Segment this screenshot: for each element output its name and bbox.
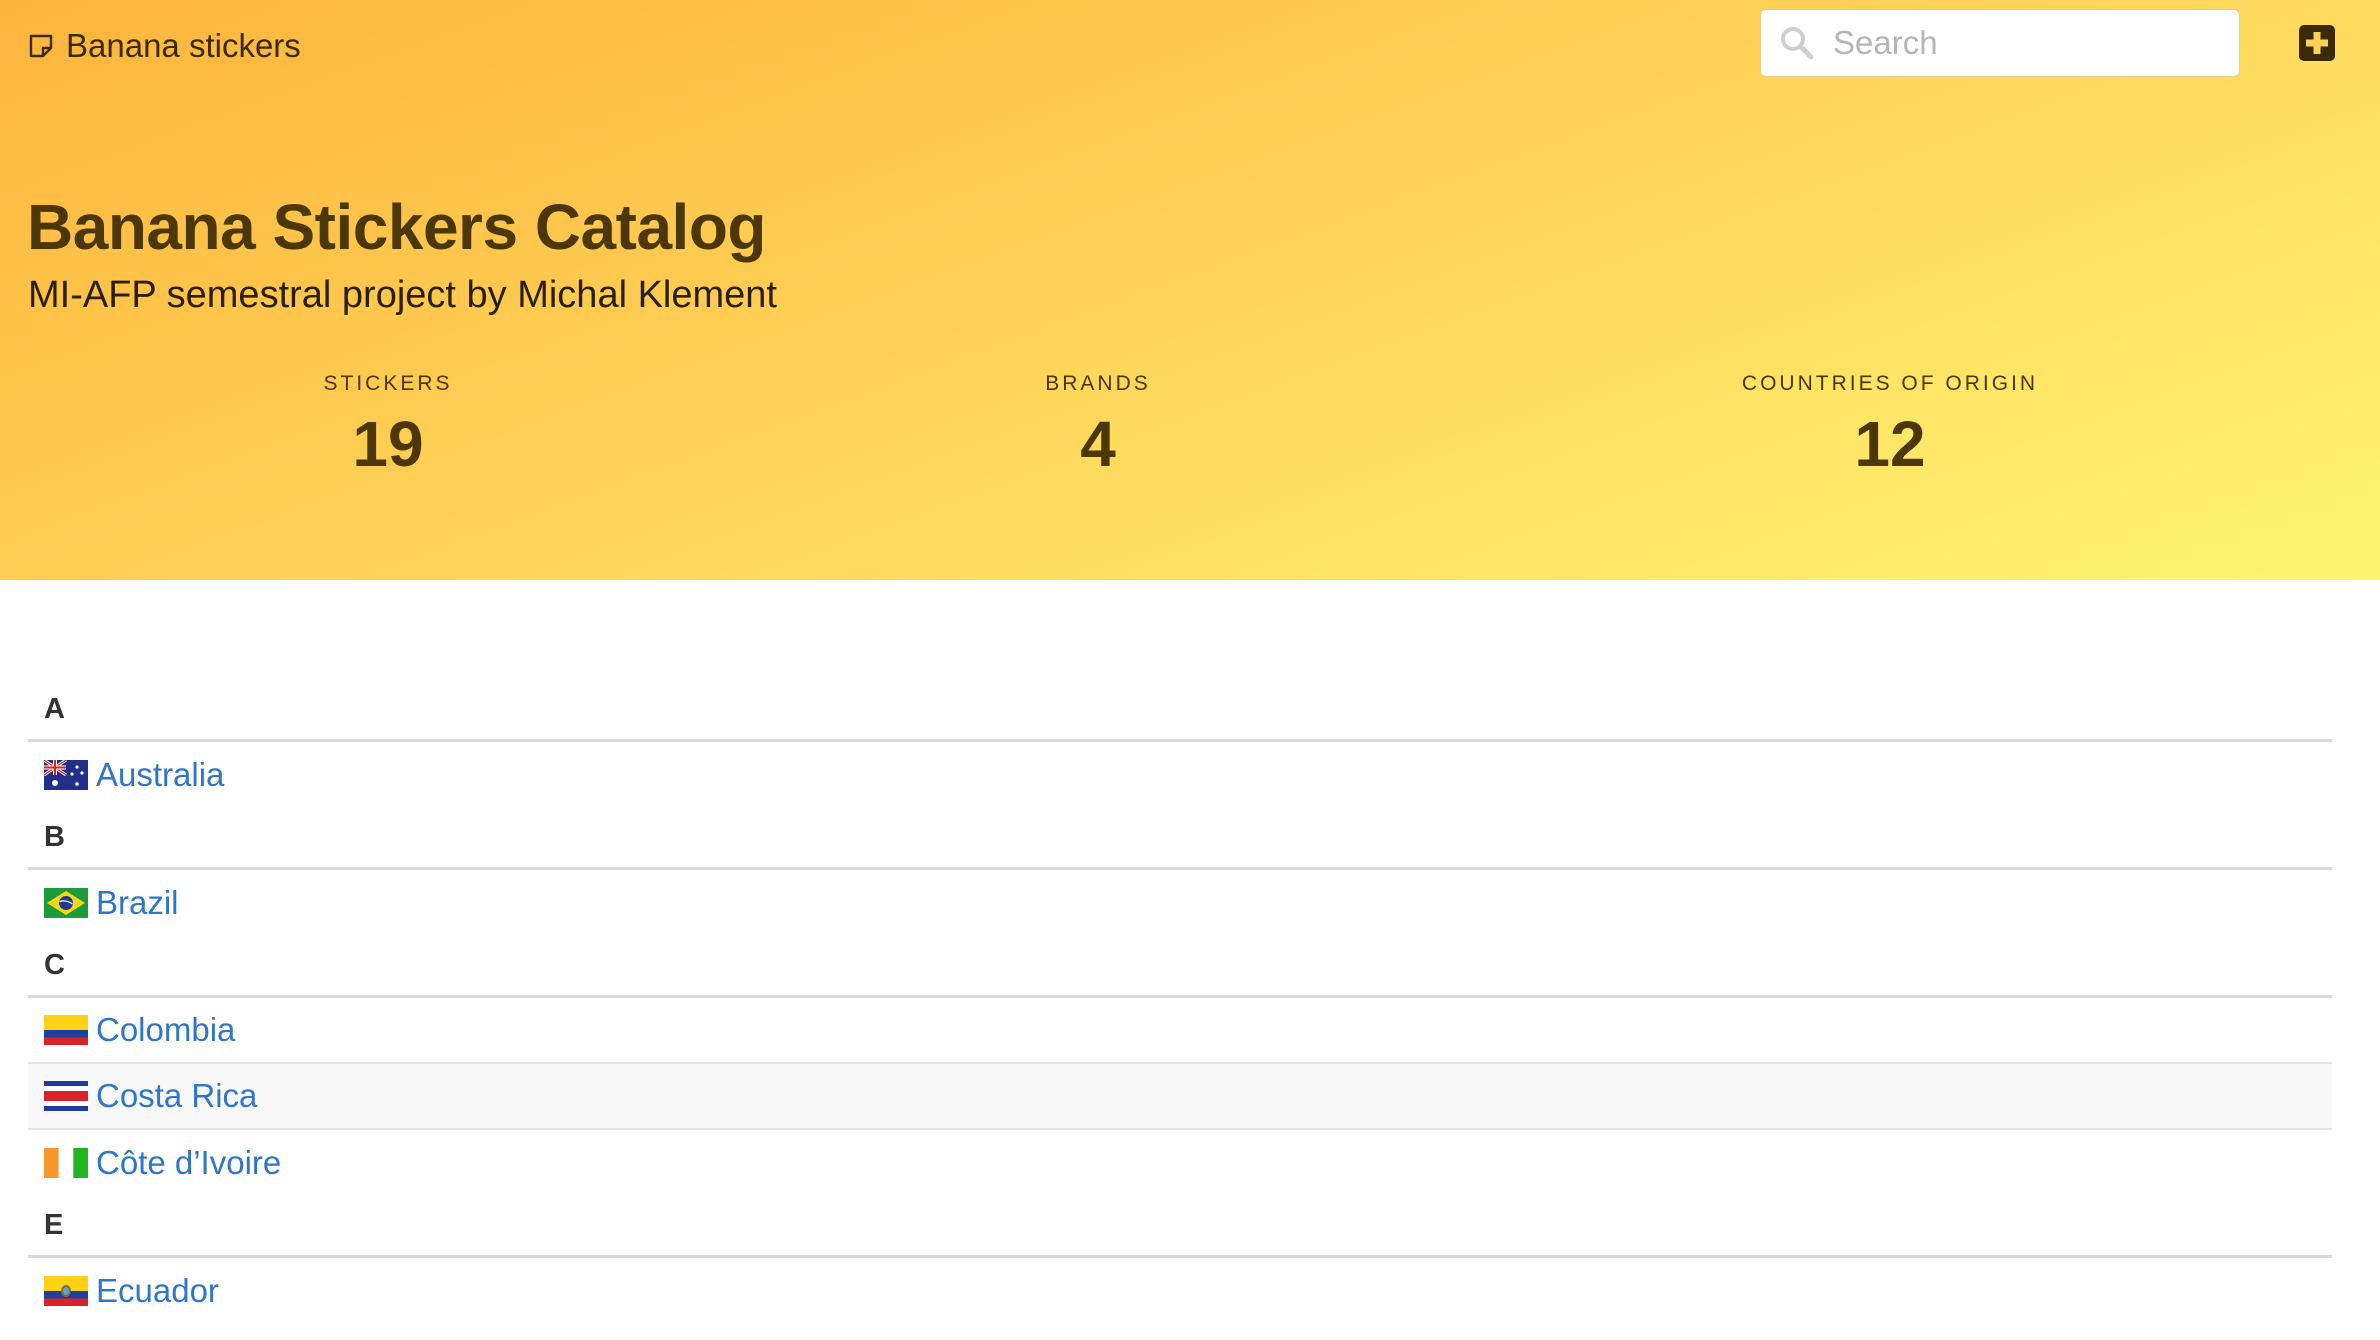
country-link[interactable]: Australia [96,756,224,794]
add-sticker-button[interactable] [2298,24,2336,62]
group-header-e: E [28,1196,2332,1258]
group-header-c: C [28,936,2332,998]
country-item-cote-divoire[interactable]: Côte d’Ivoire [28,1130,2332,1196]
stat-label: COUNTRIES OF ORIGIN [1741,372,2039,395]
page-title: Banana Stickers Catalog [27,191,767,263]
brazil-flag-icon [44,888,88,918]
search-box[interactable] [1760,9,2240,77]
colombia-flag-icon [44,1015,88,1045]
country-link[interactable]: Ecuador [96,1272,219,1310]
country-link[interactable]: Côte d’Ivoire [96,1144,281,1182]
group-header-b: B [28,808,2332,870]
search-icon [1781,27,1814,60]
country-link[interactable]: Colombia [96,1011,235,1049]
ecuador-flag-icon [44,1276,88,1306]
stat-stickers: STICKERS 19 [323,372,452,476]
country-list: A Australia B Brazil C Colombia Costa Ri… [28,680,2332,1324]
australia-flag-icon [44,760,88,790]
stat-value: 19 [352,408,424,480]
group-header-a: A [28,680,2332,742]
costa-rica-flag-icon [44,1081,88,1111]
brand-title: Banana stickers [66,27,301,64]
country-item-colombia[interactable]: Colombia [28,998,2332,1064]
stat-label: STICKERS [323,372,453,395]
stat-value: 4 [1080,408,1116,480]
page: Banana stickers Banana Stickers Catalog … [0,0,2380,1340]
hero-banner: Banana stickers Banana Stickers Catalog … [0,0,2380,580]
brand-link[interactable]: Banana stickers [28,24,301,68]
country-link[interactable]: Costa Rica [96,1077,257,1115]
stat-countries: COUNTRIES OF ORIGIN 12 [1742,372,2038,476]
country-item-australia[interactable]: Australia [28,742,2332,808]
stat-value: 12 [1854,408,1926,480]
search-input[interactable] [1833,24,2213,62]
cote-divoire-flag-icon [44,1148,88,1178]
country-item-costa-rica[interactable]: Costa Rica [28,1064,2332,1130]
country-item-ecuador[interactable]: Ecuador [28,1258,2332,1324]
page-subtitle: MI-AFP semestral project by Michal Kleme… [28,274,777,316]
sticker-logo-icon [29,34,53,58]
stat-brands: BRANDS 4 [1045,372,1151,476]
stat-label: BRANDS [1045,372,1151,395]
country-item-brazil[interactable]: Brazil [28,870,2332,936]
country-link[interactable]: Brazil [96,884,179,922]
